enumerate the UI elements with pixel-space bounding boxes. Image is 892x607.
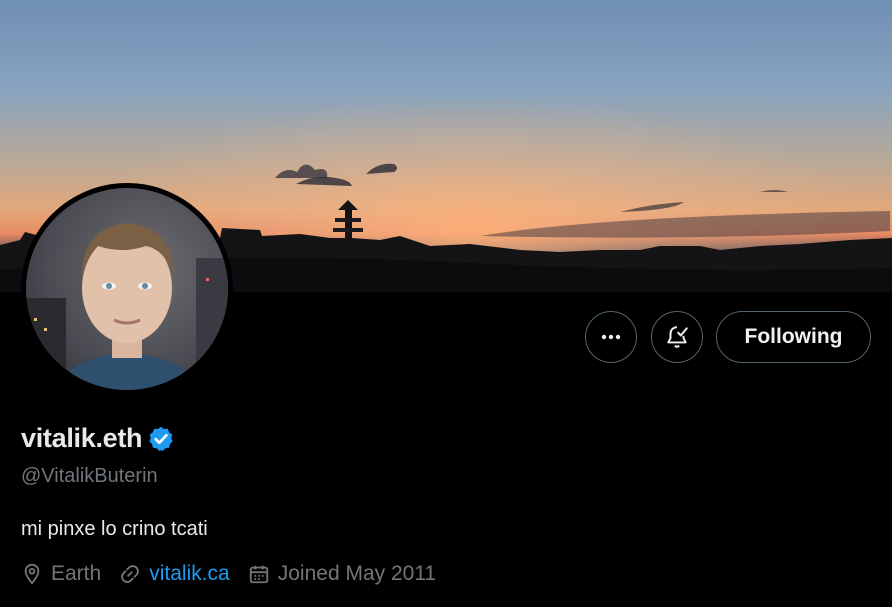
- profile-meta: Earth vitalik.ca Joined May 2011: [21, 562, 454, 586]
- more-options-button[interactable]: [585, 311, 637, 363]
- name-row: vitalik.eth: [21, 423, 175, 454]
- verified-badge-icon[interactable]: [147, 425, 175, 453]
- following-button[interactable]: Following: [716, 311, 871, 363]
- notifications-button[interactable]: [651, 311, 703, 363]
- website-link[interactable]: vitalik.ca: [149, 562, 230, 586]
- location-text: Earth: [51, 562, 102, 585]
- website-item: vitalik.ca: [119, 562, 230, 586]
- avatar-photo: [26, 188, 228, 390]
- bell-check-icon: [667, 326, 688, 348]
- display-name: vitalik.eth: [21, 423, 143, 453]
- joined-text: Joined May 2011: [277, 562, 437, 585]
- calendar-icon: [249, 565, 268, 584]
- location-item: Earth: [21, 562, 101, 586]
- more-dots-icon: [601, 334, 621, 340]
- link-icon: [121, 565, 140, 583]
- location-pin-icon: [24, 563, 40, 585]
- profile-bio: mi pinxe lo crino tcati: [21, 518, 208, 540]
- profile-avatar[interactable]: [21, 183, 233, 395]
- joined-item: Joined May 2011: [248, 562, 436, 586]
- user-handle: @VitalikButerin: [21, 465, 158, 487]
